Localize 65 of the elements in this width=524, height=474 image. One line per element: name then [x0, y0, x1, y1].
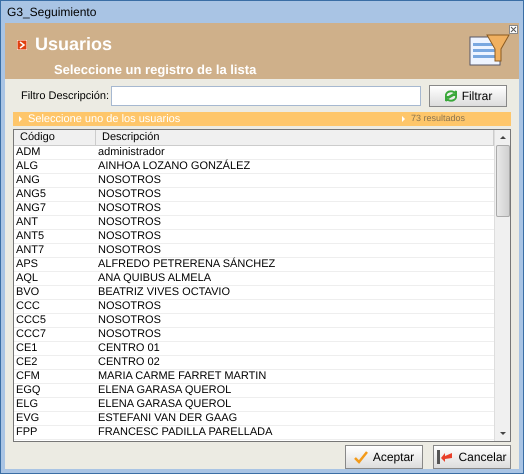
table-cell-text: ANT: [15, 216, 39, 229]
table-cell-text: CFM: [15, 370, 41, 383]
table-cell-text: NOSOTROS: [97, 300, 162, 313]
table-cell-text: ADM: [15, 146, 42, 159]
table-cell-text: NOSOTROS: [97, 216, 162, 229]
table-cell-text: BVO: [15, 286, 40, 299]
table-cell-text: BEATRIZ VIVES OCTAVIO: [97, 286, 232, 299]
back-arrow-icon: [437, 450, 454, 464]
chevron-icon: [402, 116, 405, 122]
table-cell-text: ELENA GARASA QUEROL: [97, 398, 232, 411]
table-cell-text: CE2: [15, 356, 38, 369]
table-cell-text: NOSOTROS: [97, 328, 162, 341]
scroll-down-icon[interactable]: [500, 432, 506, 435]
table-cell-text: ALFREDO PETRERENA SÁNCHEZ: [97, 258, 276, 271]
close-icon[interactable]: [509, 25, 518, 34]
table-cell-text: ALG: [15, 160, 40, 173]
accept-button[interactable]: Aceptar: [345, 445, 423, 469]
cancel-button[interactable]: Cancelar: [433, 445, 511, 469]
table-cell-text: APS: [15, 258, 40, 271]
table-filter-icon: [469, 33, 511, 67]
column-header: Código: [14, 130, 96, 145]
table-cell-text: FRANCESC PADILLA PARELLADA: [97, 426, 274, 439]
table-cell-text: ELG: [15, 398, 40, 411]
table-cell-text: CCC: [15, 300, 41, 313]
table-cell-text: ANG5: [15, 188, 47, 201]
filter-label: Filtro Descripción:: [20, 88, 110, 104]
table-cell-text: NOSOTROS: [97, 202, 162, 215]
table-cell-text: ANG7: [15, 202, 47, 215]
header-title: Usuarios: [35, 33, 112, 56]
table-cell-text: NOSOTROS: [97, 314, 162, 327]
window-title: G3_Seguimiento: [7, 4, 96, 21]
table-cell-text: CENTRO 01: [97, 342, 161, 355]
result-count: 73 resultados: [410, 112, 465, 126]
table-cell-text: EGQ: [15, 384, 42, 397]
table-cell-text: FPP: [15, 426, 38, 439]
table-cell-text: NOSOTROS: [97, 174, 162, 187]
table-cell-text: NOSOTROS: [97, 188, 162, 201]
table-cell-text: ANG: [15, 174, 41, 187]
arrow-icon: [17, 40, 27, 50]
scrollbar[interactable]: [494, 130, 510, 441]
table-cell-text: ANA QUIBUS ALMELA: [97, 272, 212, 285]
table-cell-text: CENTRO 02: [97, 356, 161, 369]
scroll-up-icon[interactable]: [500, 136, 506, 139]
table-cell-text: MARIA CARME FARRET MARTIN: [97, 370, 268, 383]
header-subtitle: Seleccione un registro de la lista: [53, 61, 256, 79]
filter-input[interactable]: [111, 86, 422, 106]
table-cell-text: NOSOTROS: [97, 244, 162, 257]
table-cell-text: AINHOA LOZANO GONZÁLEZ: [97, 160, 252, 173]
refresh-icon: [444, 90, 458, 102]
table-cell-text: CCC5: [15, 314, 47, 327]
table-cell-text: AQL: [15, 272, 40, 285]
table-cell-text: ELENA GARASA QUEROL: [97, 384, 232, 397]
filter-button[interactable]: Filtrar: [429, 85, 508, 107]
table-cell-text: CE1: [15, 342, 38, 355]
table-cell-text: ANT7: [15, 244, 46, 257]
table-cell-text: administrador: [97, 146, 166, 159]
scrollbar-thumb[interactable]: [496, 145, 510, 217]
banner-text: Seleccione uno de los usuarios: [28, 112, 180, 127]
chevron-icon: [19, 116, 22, 122]
table-cell-text: EVG: [15, 412, 40, 425]
table-cell-text: NOSOTROS: [97, 230, 162, 243]
table-cell-text: ESTEFANI VAN DER GAAG: [97, 412, 238, 425]
checkmark-icon: [354, 450, 368, 464]
table-cell-text: ANT5: [15, 230, 46, 243]
table-cell-text: CCC7: [15, 328, 47, 341]
